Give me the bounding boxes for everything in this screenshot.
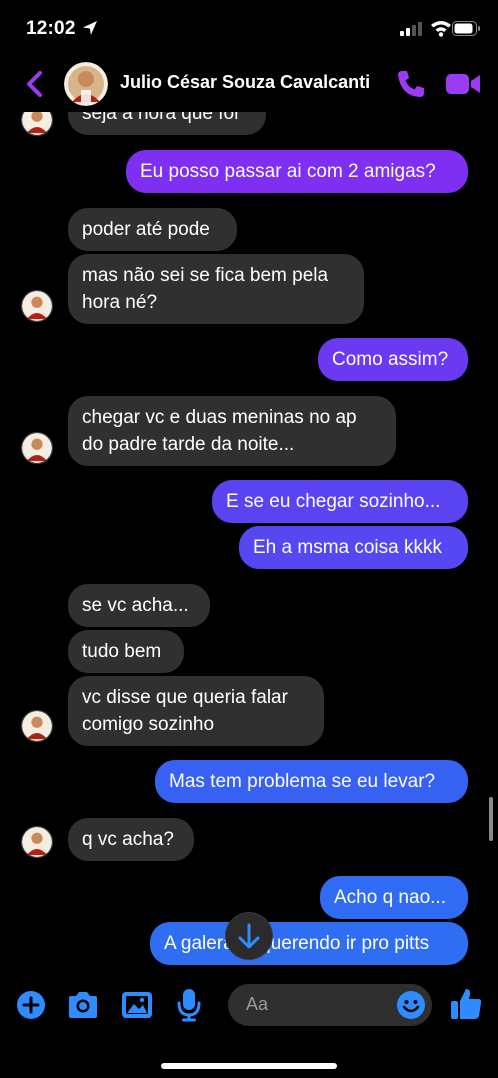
phone-icon[interactable] bbox=[395, 68, 427, 100]
plus-circle-icon[interactable] bbox=[16, 990, 46, 1020]
incoming-message[interactable]: mas não sei se fica bem pela hora né? bbox=[68, 254, 364, 324]
incoming-message[interactable]: tudo bem bbox=[68, 630, 184, 673]
outgoing-message[interactable]: Eu posso passar ai com 2 amigas? bbox=[126, 150, 468, 193]
scrollbar[interactable] bbox=[489, 797, 493, 841]
battery-icon bbox=[452, 21, 480, 36]
microphone-icon[interactable] bbox=[176, 988, 202, 1022]
outgoing-message[interactable]: Como assim? bbox=[318, 338, 468, 381]
message-thread[interactable]: seja a hora que for Eu posso passar ai c… bbox=[0, 112, 498, 972]
contact-avatar-small[interactable] bbox=[21, 710, 53, 742]
incoming-message[interactable]: chegar vc e duas meninas no ap do padre … bbox=[68, 396, 396, 466]
status-bar: 12:02 bbox=[0, 0, 498, 58]
status-time: 12:02 bbox=[26, 18, 76, 39]
contact-avatar-small[interactable] bbox=[21, 290, 53, 322]
contact-avatar-small[interactable] bbox=[21, 826, 53, 858]
message-input-placeholder: Aa bbox=[246, 994, 269, 1014]
wifi-icon bbox=[431, 21, 451, 37]
conversation-header: Julio César Souza Cavalcanti bbox=[0, 58, 498, 112]
incoming-message[interactable]: q vc acha? bbox=[68, 818, 194, 861]
contact-avatar-small[interactable] bbox=[21, 432, 53, 464]
incoming-message[interactable]: seja a hora que for bbox=[68, 112, 266, 135]
cellular-signal-icon bbox=[400, 22, 422, 36]
outgoing-message[interactable]: A galera ta querendo ir pro pitts bbox=[150, 922, 468, 965]
location-arrow-icon bbox=[83, 21, 97, 35]
arrow-down-icon[interactable] bbox=[226, 913, 272, 959]
incoming-message[interactable]: se vc acha... bbox=[68, 584, 210, 627]
contact-avatar-small[interactable] bbox=[21, 112, 53, 136]
incoming-message[interactable]: poder até pode bbox=[68, 208, 237, 251]
home-indicator bbox=[161, 1063, 337, 1069]
video-camera-icon[interactable] bbox=[444, 68, 482, 100]
contact-name[interactable]: Julio César Souza Cavalcanti bbox=[120, 72, 388, 93]
outgoing-message[interactable]: Acho q nao... bbox=[320, 876, 468, 919]
incoming-message[interactable]: vc disse que queria falar comigo sozinho bbox=[68, 676, 324, 746]
camera-icon[interactable] bbox=[66, 990, 100, 1020]
chevron-left-icon[interactable] bbox=[20, 66, 52, 102]
message-input[interactable]: Aa bbox=[228, 984, 432, 1026]
outgoing-message[interactable]: Mas tem problema se eu levar? bbox=[155, 760, 468, 803]
emoji-icon[interactable] bbox=[396, 990, 426, 1020]
image-icon[interactable] bbox=[120, 990, 154, 1020]
contact-avatar[interactable] bbox=[64, 62, 108, 106]
outgoing-message[interactable]: E se eu chegar sozinho... bbox=[212, 480, 468, 523]
outgoing-message[interactable]: Eh a msma coisa kkkk bbox=[239, 526, 468, 569]
thumbs-up-icon[interactable] bbox=[448, 986, 484, 1022]
